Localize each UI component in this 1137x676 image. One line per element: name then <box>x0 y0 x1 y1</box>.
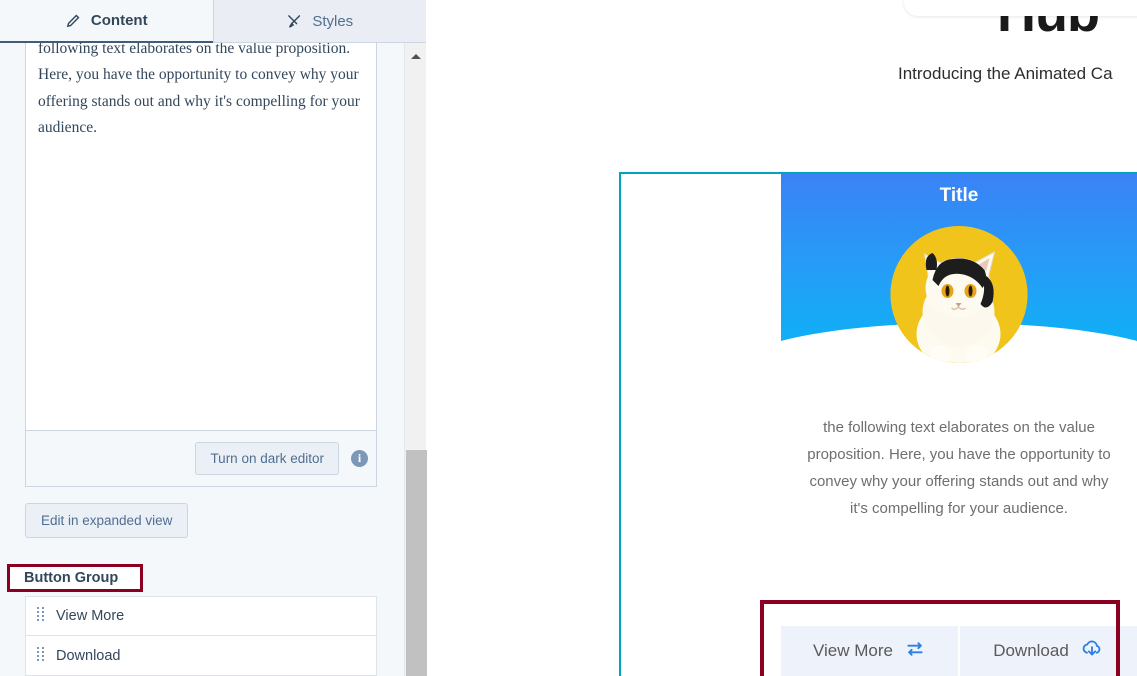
edit-in-expanded-view-button[interactable]: Edit in expanded view <box>25 503 189 538</box>
left-editor-panel: Content Styles Introduce the essence of … <box>0 0 427 676</box>
drag-handle-icon[interactable] <box>37 646 44 665</box>
app-root: Content Styles Introduce the essence of … <box>0 0 1137 676</box>
pencil-icon <box>65 12 82 29</box>
tab-content[interactable]: Content <box>0 0 213 43</box>
button-group-section-highlight: Button Group <box>7 564 144 592</box>
rich-text-editor[interactable]: Introduce the essence of your message, w… <box>25 43 377 487</box>
tab-content-label: Content <box>90 12 148 29</box>
avatar <box>890 226 1028 363</box>
email-preview-area: Hub Introducing the Animated Ca Title th… <box>427 0 1137 676</box>
cloud-download-icon <box>1080 638 1104 665</box>
scrollbar-thumb[interactable] <box>406 450 427 676</box>
animated-card[interactable]: Title the following text elaborates on t… <box>781 174 1137 676</box>
list-item-label: View More <box>56 608 125 624</box>
view-more-button[interactable]: View More <box>781 626 960 676</box>
panel-scrollbar[interactable] <box>404 43 427 676</box>
card-actions: View More Download <box>781 626 1137 676</box>
tab-styles[interactable]: Styles <box>212 0 426 43</box>
card-title: Title <box>939 185 979 206</box>
top-white-panel <box>904 0 1137 16</box>
drag-handle-icon[interactable] <box>37 607 44 625</box>
list-item[interactable]: Download <box>26 636 376 675</box>
list-item-label: Download <box>56 647 121 664</box>
download-label: Download <box>993 641 1069 660</box>
brush-icon <box>286 13 303 30</box>
button-group-list: View More Download <box>25 596 377 676</box>
editor-body-text[interactable]: Introduce the essence of your message, w… <box>26 43 376 142</box>
button-group-label: Button Group <box>24 570 119 586</box>
list-item[interactable]: View More <box>26 597 376 636</box>
cat-photo-icon <box>890 226 1028 363</box>
info-icon[interactable]: i <box>351 450 368 467</box>
download-button[interactable]: Download <box>960 626 1137 676</box>
editor-footer: Turn on dark editor i <box>26 430 376 486</box>
scroll-up-arrow[interactable] <box>405 48 427 64</box>
view-more-label: View More <box>813 641 893 660</box>
exchange-arrows-icon <box>904 639 926 664</box>
tab-styles-label: Styles <box>312 12 354 30</box>
editor-tabbar: Content Styles <box>0 0 426 43</box>
turn-on-dark-editor-button[interactable]: Turn on dark editor <box>195 442 339 475</box>
hero-subtitle: Introducing the Animated Ca <box>898 64 1113 83</box>
